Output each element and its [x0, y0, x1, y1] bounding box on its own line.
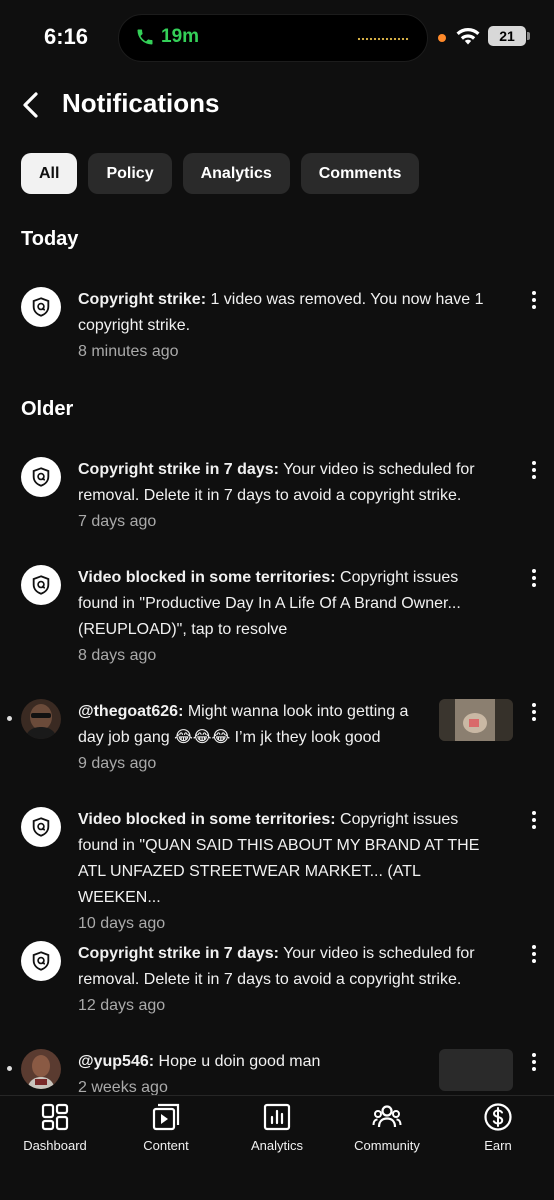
filter-chip-all[interactable]: All [21, 153, 78, 194]
shield-icon [21, 807, 61, 847]
notification-time: 8 minutes ago [78, 343, 179, 360]
unread-dot [7, 716, 12, 721]
filter-chips: All Policy Analytics Comments [21, 153, 420, 194]
earn-icon [484, 1103, 512, 1131]
avatar[interactable] [21, 699, 61, 739]
video-thumbnail[interactable] [439, 1049, 513, 1091]
more-options-icon[interactable] [528, 289, 540, 311]
battery-indicator: 21 [488, 26, 530, 46]
notification-text: @yup546: Hope u doin good man 2 weeks ag… [78, 1049, 428, 1101]
more-options-icon[interactable] [528, 1051, 540, 1073]
notification-title: Copyright strike in 7 days: [78, 461, 279, 478]
page-title: Notifications [62, 88, 220, 118]
nav-label: Content [143, 1138, 189, 1153]
more-options-icon[interactable] [528, 567, 540, 589]
unread-dot [7, 1066, 12, 1071]
notification-title: Copyright strike in 7 days: [78, 945, 279, 962]
wifi-icon [456, 27, 480, 45]
nav-label: Dashboard [23, 1138, 87, 1153]
call-duration: 19m [161, 26, 200, 47]
header: Notifications [0, 84, 554, 128]
mic-indicator-dot [438, 34, 446, 42]
back-arrow-icon[interactable] [18, 90, 44, 120]
more-options-icon[interactable] [528, 809, 540, 831]
shield-icon [21, 457, 61, 497]
notification-time: 12 days ago [78, 997, 166, 1014]
notification-time: 7 days ago [78, 513, 157, 530]
notification-text: Video blocked in some territories: Copyr… [78, 807, 502, 937]
notification-time: 9 days ago [78, 755, 157, 772]
nav-earn[interactable]: Earn [443, 1102, 553, 1153]
nav-analytics[interactable]: Analytics [222, 1102, 332, 1153]
shield-icon [21, 941, 61, 981]
analytics-icon [263, 1103, 291, 1131]
bottom-navigation: Dashboard Content Analytics Community Ea… [0, 1095, 554, 1200]
filter-chip-analytics[interactable]: Analytics [182, 153, 290, 194]
filter-chip-policy[interactable]: Policy [88, 153, 172, 194]
content-icon [152, 1103, 180, 1131]
dynamic-island[interactable]: 19m [118, 14, 428, 62]
nav-content[interactable]: Content [111, 1102, 221, 1153]
more-options-icon[interactable] [528, 459, 540, 481]
comment-body: Hope u doin good man [154, 1053, 321, 1070]
more-options-icon[interactable] [528, 943, 540, 965]
notification-time: 8 days ago [78, 647, 157, 664]
notification-text: Copyright strike in 7 days: Your video i… [78, 941, 502, 1019]
shield-icon [21, 565, 61, 605]
phone-icon [137, 29, 153, 45]
nav-label: Community [354, 1138, 420, 1153]
notification-title: Video blocked in some territories: [78, 811, 336, 828]
avatar[interactable] [21, 1049, 61, 1089]
shield-icon [21, 287, 61, 327]
filter-chip-comments[interactable]: Comments [300, 153, 420, 194]
nav-label: Analytics [250, 1138, 304, 1153]
notification-time: 10 days ago [78, 915, 166, 932]
notification-text: @thegoat626: Might wanna look into getti… [78, 699, 428, 777]
video-thumbnail[interactable] [439, 699, 513, 741]
nav-label: Earn [484, 1138, 512, 1153]
notification-text: Copyright strike: 1 video was removed. Y… [78, 287, 502, 365]
nav-dashboard[interactable]: Dashboard [0, 1102, 110, 1153]
audio-waveform [357, 37, 409, 41]
notification-text: Copyright strike in 7 days: Your video i… [78, 457, 502, 535]
nav-community[interactable]: Community [332, 1102, 442, 1153]
notification-text: Video blocked in some territories: Copyr… [78, 565, 502, 669]
comment-author: @thegoat626: [78, 703, 184, 720]
status-time: 6:16 [44, 24, 89, 49]
section-heading-older: Older [21, 398, 74, 420]
more-options-icon[interactable] [528, 701, 540, 723]
section-heading-today: Today [21, 228, 79, 250]
dashboard-icon [41, 1103, 69, 1131]
call-indicator[interactable]: 19m [135, 26, 199, 48]
notification-title: Copyright strike: [78, 291, 207, 308]
community-icon [372, 1105, 402, 1128]
status-bar: 6:16 19m 21 [0, 0, 554, 76]
notification-title: Video blocked in some territories: [78, 569, 336, 586]
comment-author: @yup546: [78, 1053, 155, 1070]
